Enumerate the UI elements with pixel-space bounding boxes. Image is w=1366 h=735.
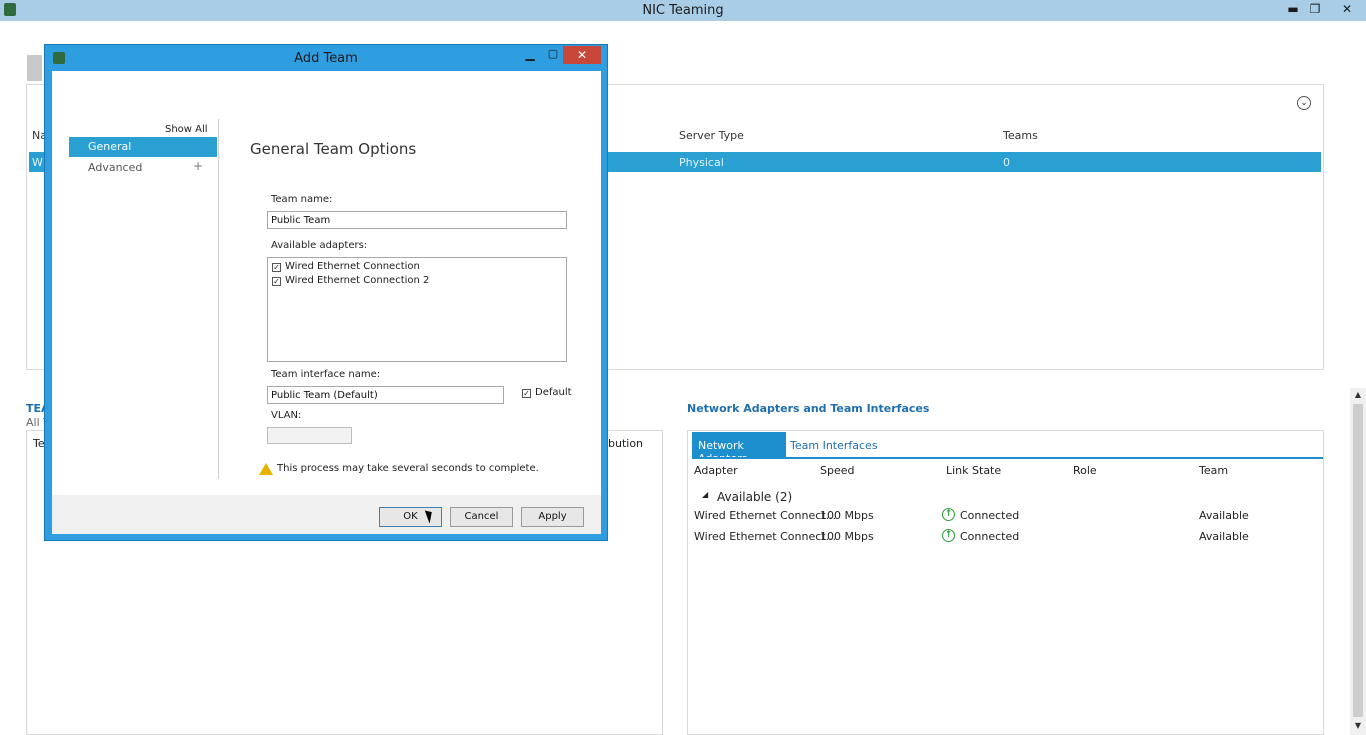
servers-icon (27, 55, 42, 81)
team-interface-input[interactable]: Public Team (Default) (267, 386, 504, 404)
nav-advanced[interactable]: Advanced (88, 161, 142, 174)
col-adapter[interactable]: Adapter (694, 464, 738, 477)
col-team[interactable]: Team (1199, 464, 1228, 477)
vlan-input (267, 427, 352, 444)
nav-divider (218, 119, 219, 479)
connected-arrow-icon: ↑ (942, 508, 955, 521)
collapse-chevron-icon[interactable]: ⌄ (1297, 96, 1311, 110)
minimize-button[interactable]: ▬ (1284, 1, 1302, 17)
team-name-input[interactable]: Public Team (267, 211, 567, 229)
adapter-option-label: Wired Ethernet Connection 2 (285, 275, 430, 286)
default-label: Default (535, 387, 572, 398)
adapter-row-2-name[interactable]: Wired Ethernet Connect... (694, 530, 836, 543)
adapters-panel (687, 430, 1324, 735)
dialog-body: Show All General Advanced + General Team… (52, 71, 601, 534)
checkbox-checked-icon[interactable]: ✓ (272, 277, 281, 286)
dialog-footer (52, 495, 601, 534)
servers-col-server-type[interactable]: Server Type (679, 129, 744, 142)
adapter-row-1-link: Connected (960, 509, 1020, 522)
vertical-scrollbar[interactable]: ▲ ▼ (1350, 388, 1366, 735)
checkbox-checked-icon[interactable]: ✓ (272, 263, 281, 272)
adapter-row-2-team: Available (1199, 530, 1249, 543)
cancel-button[interactable]: Cancel (450, 507, 513, 527)
scroll-down-icon[interactable]: ▼ (1350, 719, 1366, 733)
vlan-label: VLAN: (271, 410, 302, 421)
window-titlebar: NIC Teaming ▬ ❐ ✕ (0, 0, 1366, 21)
add-team-dialog: Add Team ▁ ▢ ✕ Show All General Advanced… (44, 44, 608, 541)
group-available[interactable]: Available (2) (717, 490, 792, 504)
col-speed[interactable]: Speed (820, 464, 854, 477)
group-collapse-icon[interactable]: ◢ (702, 490, 708, 499)
adapters-title: Network Adapters and Team Interfaces (687, 402, 930, 415)
adapter-row-2-link: Connected (960, 530, 1020, 543)
expand-plus-icon[interactable]: + (193, 159, 203, 173)
tab-team-interfaces[interactable]: Team Interfaces (790, 439, 878, 452)
dialog-maximize-icon[interactable]: ▢ (544, 47, 562, 65)
teams-col-distribution[interactable]: bution (608, 437, 643, 450)
scroll-up-icon[interactable]: ▲ (1350, 388, 1366, 402)
adapter-row-2-speed: 100 Mbps (820, 530, 874, 543)
apply-button[interactable]: Apply (521, 507, 584, 527)
team-name-label: Team name: (271, 194, 333, 205)
adapter-checkbox-row[interactable]: ✓ Wired Ethernet Connection (272, 261, 420, 272)
checkbox-checked-icon[interactable]: ✓ (522, 389, 531, 398)
window-title: NIC Teaming (642, 3, 724, 18)
teams-col-team[interactable]: Te (33, 437, 45, 450)
show-all-link[interactable]: Show All (165, 124, 208, 135)
col-link-state[interactable]: Link State (946, 464, 1001, 477)
dialog-close-button[interactable]: ✕ (563, 46, 601, 64)
restore-button[interactable]: ❐ (1306, 1, 1324, 17)
server-row-type: Physical (679, 156, 724, 169)
adapter-row-1-team: Available (1199, 509, 1249, 522)
adapter-row-1-name[interactable]: Wired Ethernet Connect... (694, 509, 836, 522)
connected-arrow-icon: ↑ (942, 529, 955, 542)
available-adapters-label: Available adapters: (271, 240, 368, 251)
scroll-thumb[interactable] (1353, 404, 1363, 717)
tab-underline (692, 457, 1323, 459)
warning-icon (259, 463, 273, 475)
adapter-checkbox-row[interactable]: ✓ Wired Ethernet Connection 2 (272, 275, 429, 286)
available-adapters-list[interactable]: ✓ Wired Ethernet Connection ✓ Wired Ethern… (267, 257, 567, 362)
nav-general[interactable]: General (69, 137, 217, 157)
server-row-teams: 0 (1003, 156, 1010, 169)
default-checkbox-row[interactable]: ✓ Default (522, 387, 572, 398)
team-interface-label: Team interface name: (271, 369, 381, 380)
servers-col-teams[interactable]: Teams (1003, 129, 1038, 142)
col-role[interactable]: Role (1073, 464, 1097, 477)
adapter-row-1-speed: 100 Mbps (820, 509, 874, 522)
close-button[interactable]: ✕ (1338, 1, 1356, 17)
tab-network-adapters[interactable]: Network Adapters (692, 432, 786, 465)
section-heading: General Team Options (250, 140, 417, 158)
warning-text: This process may take several seconds to… (277, 463, 539, 474)
dialog-minimize-icon[interactable]: ▁ (521, 47, 539, 65)
adapter-option-label: Wired Ethernet Connection (285, 261, 420, 272)
